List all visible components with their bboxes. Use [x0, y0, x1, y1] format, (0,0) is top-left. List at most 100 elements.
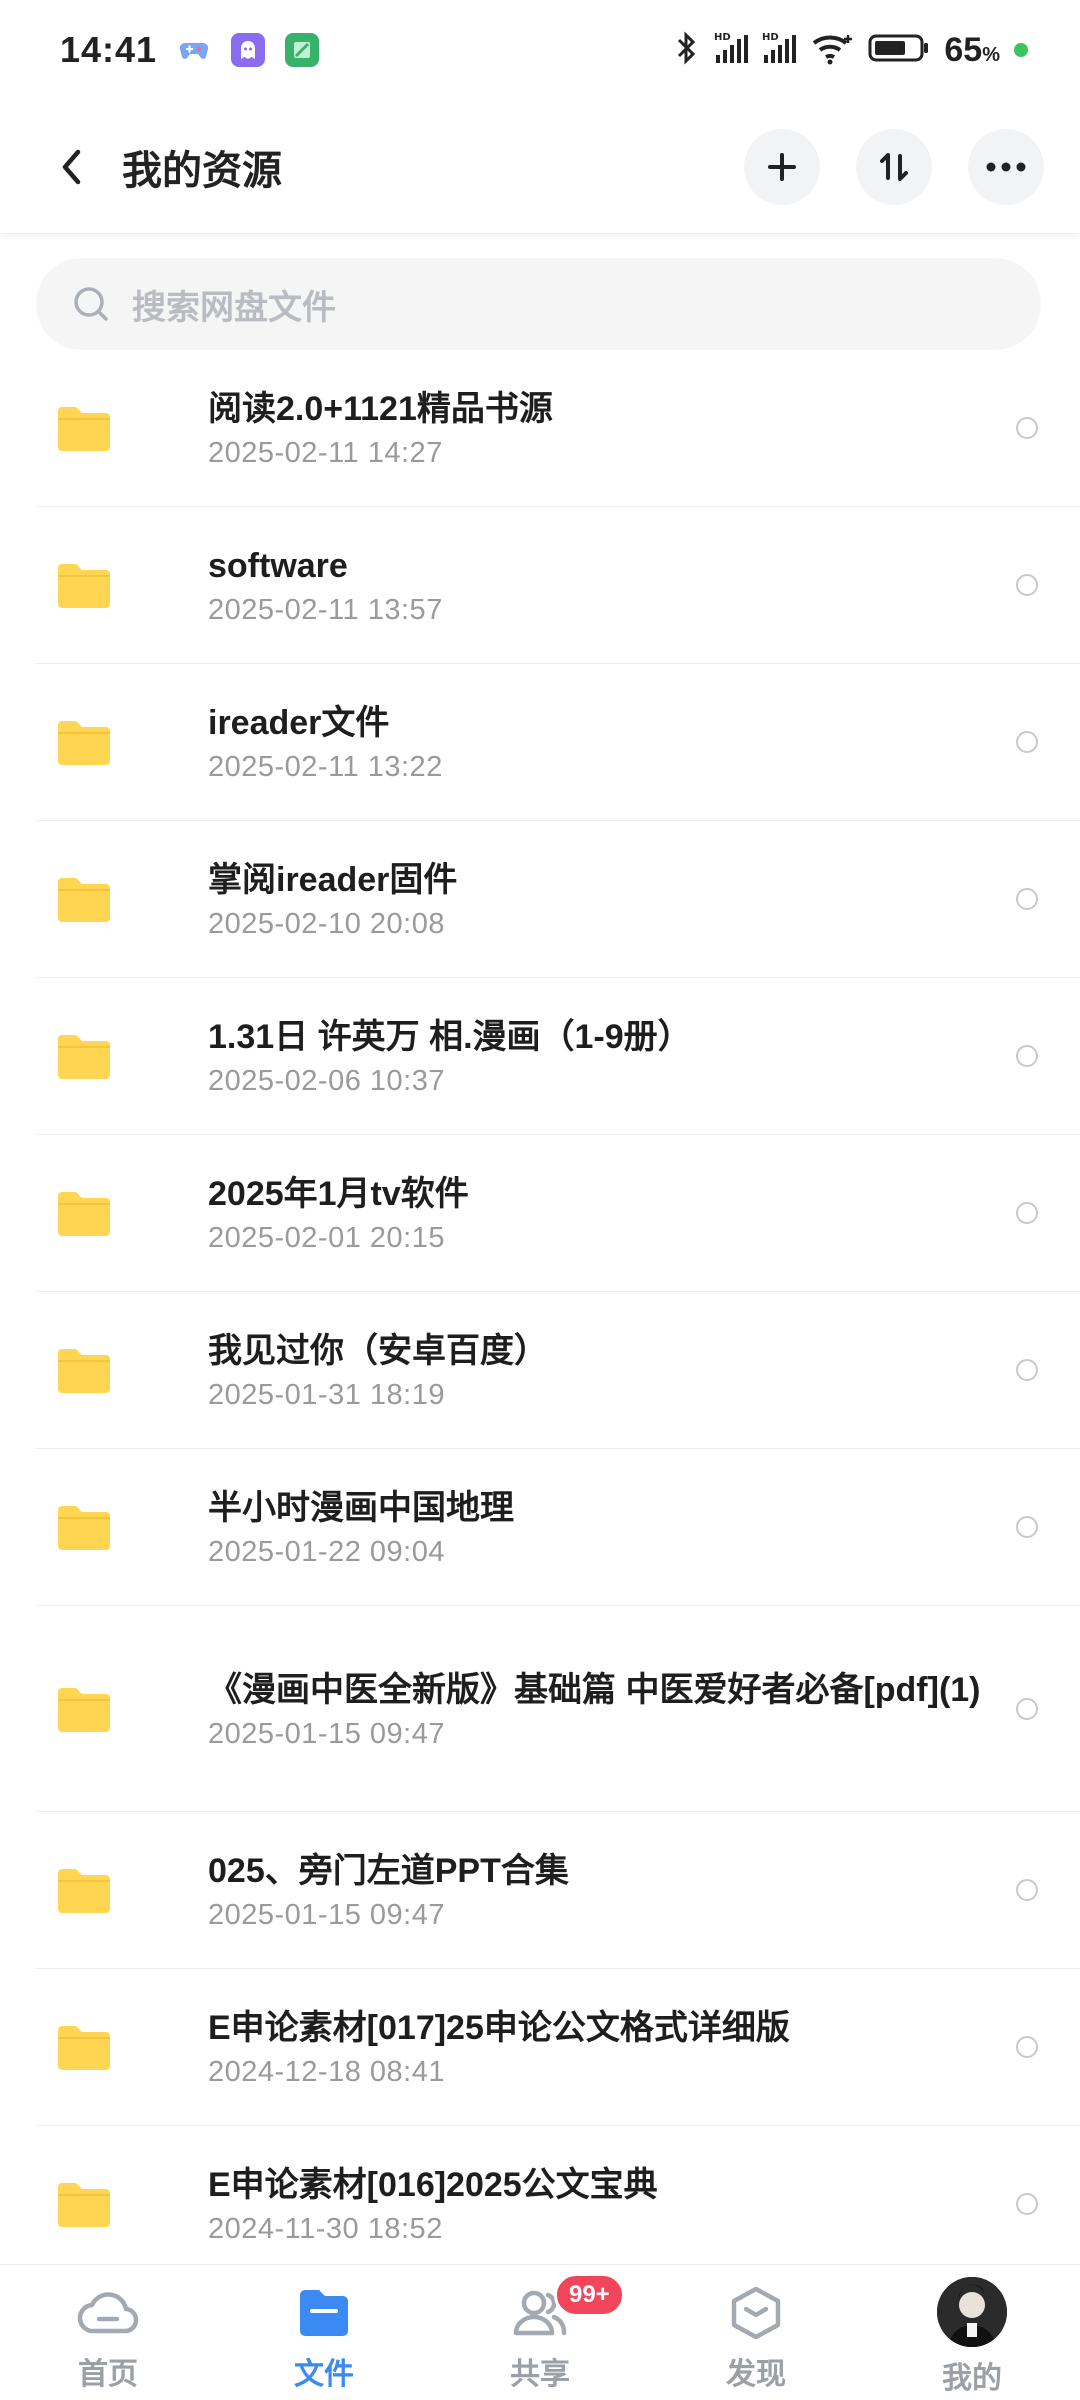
- wifi-icon: [810, 31, 854, 70]
- share-badge: 99+: [554, 2273, 625, 2317]
- nav-share-label: 共享: [510, 2358, 570, 2391]
- game-app-icon: [177, 33, 211, 67]
- select-radio[interactable]: [1016, 1879, 1038, 1901]
- file-row[interactable]: E申论素材[016]2025公文宝典 2024-11-30 18:52: [36, 2126, 1080, 2283]
- folder-icon: [56, 562, 122, 608]
- file-date: 2025-02-11 14:27: [208, 437, 443, 469]
- bluetooth-icon: [674, 30, 700, 71]
- select-radio[interactable]: [1016, 417, 1038, 439]
- file-text: 半小时漫画中国地理 2025-01-22 09:04: [208, 1485, 1080, 1569]
- file-row[interactable]: E申论素材[017]25申论公文格式详细版 2024-12-18 08:41: [36, 1969, 1080, 2126]
- back-button[interactable]: [44, 139, 100, 195]
- file-name: 《漫画中医全新版》基础篇 中医爱好者必备[pdf](1): [208, 1670, 981, 1709]
- file-text: 阅读2.0+1121精品书源 2025-02-11 14:27: [208, 386, 1080, 470]
- file-date: 2025-01-15 09:47: [208, 1717, 445, 1750]
- svg-text:HD: HD: [762, 32, 779, 43]
- select-radio[interactable]: [1016, 888, 1038, 910]
- folder-icon: [56, 1504, 122, 1550]
- select-radio[interactable]: [1016, 1045, 1038, 1067]
- file-name: 025、旁门左道PPT合集: [208, 1852, 569, 1890]
- file-date: 2025-02-06 10:37: [208, 1065, 445, 1097]
- file-text: ireader文件 2025-02-11 13:22: [208, 700, 1080, 784]
- bottom-nav: 首页 文件 99+ 共享 发现 我的: [0, 2264, 1080, 2400]
- nav-discover-label: 发现: [726, 2358, 786, 2391]
- signal-hd-icon: HD: [714, 31, 749, 70]
- folder-icon: [56, 719, 122, 765]
- search-input[interactable]: 搜索网盘文件: [36, 258, 1041, 350]
- status-bar: 14:41 HD HD 65%: [0, 0, 1080, 100]
- file-row[interactable]: 我见过你（安卓百度） 2025-01-31 18:19: [36, 1292, 1080, 1449]
- file-date: 2025-02-01 20:15: [208, 1222, 445, 1254]
- search-placeholder: 搜索网盘文件: [132, 288, 336, 327]
- avatar: [937, 2277, 1007, 2347]
- file-date: 2025-01-31 18:19: [208, 1379, 445, 1411]
- file-date: 2025-02-11 13:22: [208, 751, 443, 783]
- file-text: 掌阅ireader固件 2025-02-10 20:08: [208, 857, 1080, 941]
- nav-home[interactable]: 首页: [0, 2265, 216, 2400]
- folder-icon: [56, 1686, 122, 1732]
- select-radio[interactable]: [1016, 2036, 1038, 2058]
- more-button[interactable]: [968, 128, 1044, 205]
- more-dots-icon: [986, 162, 1026, 171]
- file-row[interactable]: ireader文件 2025-02-11 13:22: [36, 664, 1080, 821]
- file-text: 2025年1月tv软件 2025-02-01 20:15: [208, 1171, 1080, 1255]
- ghost-app-icon: [231, 33, 266, 67]
- select-radio[interactable]: [1016, 1516, 1038, 1538]
- file-row[interactable]: 阅读2.0+1121精品书源 2025-02-11 14:27: [36, 350, 1080, 507]
- cube-discover-icon: [731, 2286, 781, 2340]
- nav-share[interactable]: 99+ 共享: [432, 2265, 648, 2400]
- page-title: 我的资源: [122, 148, 282, 193]
- file-row[interactable]: 2025年1月tv软件 2025-02-01 20:15: [36, 1135, 1080, 1292]
- file-text: E申论素材[017]25申论公文格式详细版 2024-12-18 08:41: [208, 2005, 1080, 2089]
- file-row[interactable]: 掌阅ireader固件 2025-02-10 20:08: [36, 821, 1080, 978]
- select-radio[interactable]: [1016, 1202, 1038, 1224]
- image-app-icon: [285, 33, 320, 67]
- file-row[interactable]: 半小时漫画中国地理 2025-01-22 09:04: [36, 1449, 1080, 1606]
- sort-button[interactable]: [856, 128, 932, 205]
- nav-files[interactable]: 文件: [216, 2265, 432, 2400]
- file-name: software: [208, 547, 348, 585]
- file-date: 2025-01-22 09:04: [208, 1536, 445, 1568]
- file-name: E申论素材[016]2025公文宝典: [208, 2166, 658, 2204]
- file-name: 阅读2.0+1121精品书源: [208, 390, 553, 428]
- file-name: 半小时漫画中国地理: [208, 1489, 514, 1527]
- file-name: 1.31日 许英万 相.漫画（1-9册）: [208, 1018, 692, 1056]
- chevron-left-icon: [62, 149, 81, 184]
- select-radio[interactable]: [1016, 1697, 1038, 1720]
- file-text: 我见过你（安卓百度） 2025-01-31 18:19: [208, 1328, 1080, 1412]
- nav-mine[interactable]: 我的: [864, 2265, 1080, 2400]
- battery-level: 65%: [944, 30, 1000, 69]
- file-name: 2025年1月tv软件: [208, 1175, 469, 1213]
- nav-discover[interactable]: 发现: [648, 2265, 864, 2400]
- file-name: 我见过你（安卓百度）: [208, 1332, 548, 1370]
- add-button[interactable]: [744, 128, 820, 205]
- file-text: E申论素材[016]2025公文宝典 2024-11-30 18:52: [208, 2162, 1080, 2246]
- folder-icon: [56, 1867, 122, 1913]
- folder-icon: [56, 1190, 122, 1236]
- select-radio[interactable]: [1016, 2193, 1038, 2215]
- file-row[interactable]: 025、旁门左道PPT合集 2025-01-15 09:47: [36, 1812, 1080, 1969]
- folder-icon: [56, 1347, 122, 1393]
- select-radio[interactable]: [1016, 574, 1038, 596]
- nav-home-label: 首页: [78, 2358, 138, 2391]
- privacy-indicator-dot: [1014, 43, 1028, 57]
- file-text: 025、旁门左道PPT合集 2025-01-15 09:47: [208, 1848, 1080, 1932]
- file-row[interactable]: software 2025-02-11 13:57: [36, 507, 1080, 664]
- file-name: ireader文件: [208, 704, 390, 742]
- folder-files-icon: [300, 2290, 348, 2336]
- search-icon: [74, 287, 108, 321]
- select-radio[interactable]: [1016, 731, 1038, 753]
- select-radio[interactable]: [1016, 1359, 1038, 1381]
- file-date: 2025-02-11 13:57: [208, 594, 443, 626]
- file-date: 2025-02-10 20:08: [208, 908, 445, 940]
- file-date: 2024-12-18 08:41: [208, 2056, 445, 2088]
- folder-icon: [56, 876, 122, 922]
- folder-icon: [56, 1033, 122, 1079]
- file-text: software 2025-02-11 13:57: [208, 543, 1080, 627]
- file-row[interactable]: 《漫画中医全新版》基础篇 中医爱好者必备[pdf](1) 2025-01-15 0…: [36, 1606, 1080, 1812]
- header-bar: 我的资源: [0, 100, 1080, 234]
- file-row[interactable]: 1.31日 许英万 相.漫画（1-9册） 2025-02-06 10:37: [36, 978, 1080, 1135]
- file-text: 1.31日 许英万 相.漫画（1-9册） 2025-02-06 10:37: [208, 1014, 1080, 1098]
- nav-mine-label: 我的: [942, 2362, 1002, 2395]
- file-date: 2024-11-30 18:52: [208, 2213, 443, 2245]
